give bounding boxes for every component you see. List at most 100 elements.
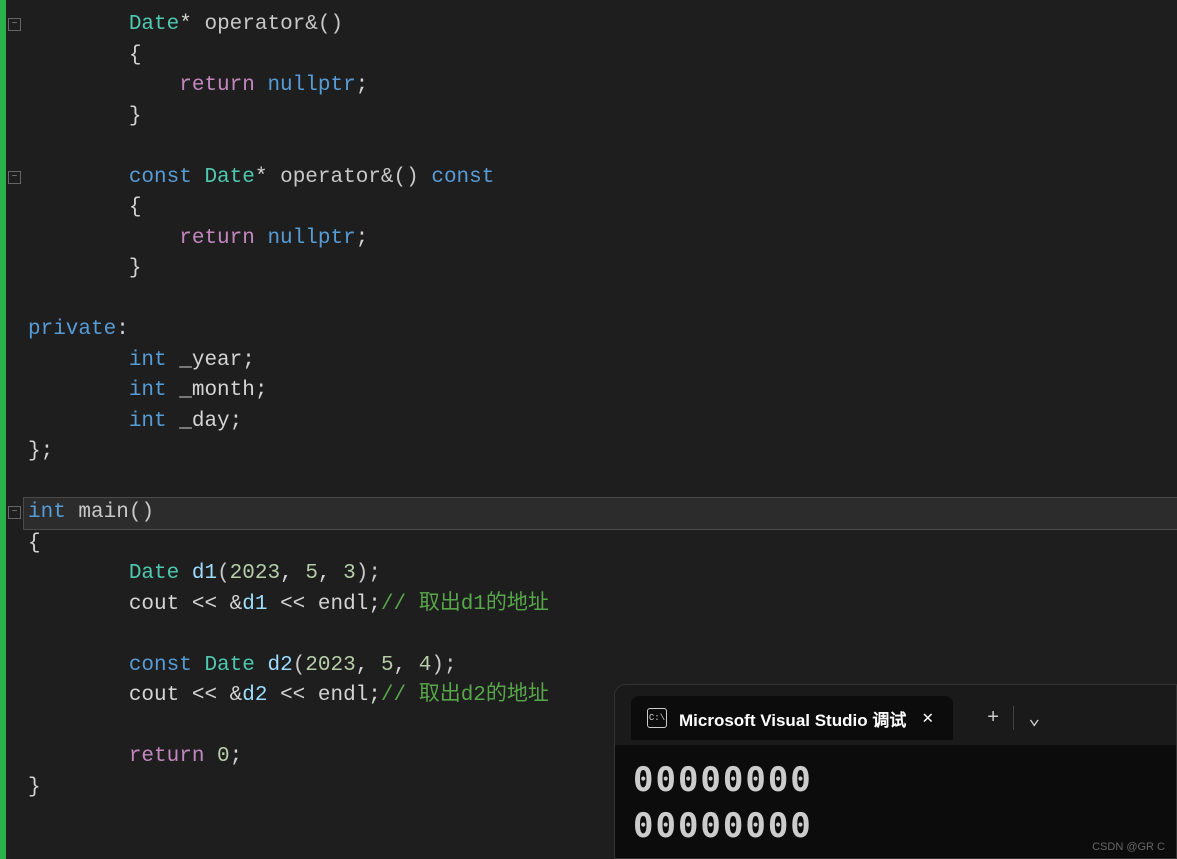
code-line[interactable] xyxy=(24,132,1177,163)
code-token: return xyxy=(179,227,267,250)
code-line[interactable]: int _year; xyxy=(24,346,1177,377)
code-line[interactable]: cout << &d1 << endl;// 取出d1的地址 xyxy=(24,590,1177,621)
code-token: 4 xyxy=(419,654,432,677)
code-token: } xyxy=(129,257,142,280)
code-line[interactable]: } xyxy=(24,254,1177,285)
code-line[interactable]: return nullptr; xyxy=(24,224,1177,255)
code-token: ); xyxy=(356,562,381,585)
code-token: private xyxy=(28,318,116,341)
code-token: Date xyxy=(204,654,267,677)
console-titlebar[interactable]: C:\ Microsoft Visual Studio 调试 ✕ + ⌄ xyxy=(615,685,1176,745)
code-token: ( xyxy=(217,562,230,585)
code-line[interactable] xyxy=(24,285,1177,316)
console-actions: + ⌄ xyxy=(973,697,1054,739)
code-line[interactable]: { xyxy=(24,529,1177,560)
code-line[interactable]: } xyxy=(24,102,1177,133)
code-token: 3 xyxy=(343,562,356,585)
tab-dropdown-button[interactable]: ⌄ xyxy=(1014,697,1054,739)
code-token: _month; xyxy=(179,379,267,402)
code-token: int xyxy=(129,379,179,402)
code-token: { xyxy=(28,532,41,555)
code-line[interactable] xyxy=(24,468,1177,499)
new-tab-button[interactable]: + xyxy=(973,699,1013,738)
code-line[interactable]: int _month; xyxy=(24,376,1177,407)
code-token: ; xyxy=(230,745,243,768)
code-token: main xyxy=(78,501,128,524)
code-token: , xyxy=(280,562,305,585)
code-token: { xyxy=(129,196,142,219)
code-token: _year; xyxy=(179,349,255,372)
code-token: 5 xyxy=(305,562,318,585)
code-line[interactable]: Date d1(2023, 5, 3); xyxy=(24,559,1177,590)
fold-toggle-icon[interactable]: − xyxy=(8,506,21,519)
close-tab-button[interactable]: ✕ xyxy=(918,703,937,733)
code-token: d2 xyxy=(267,654,292,677)
code-token: &() xyxy=(381,166,431,189)
code-token: int xyxy=(28,501,78,524)
code-token: nullptr xyxy=(267,227,355,250)
code-line[interactable]: return nullptr; xyxy=(24,71,1177,102)
code-line[interactable]: int main() xyxy=(24,498,1177,529)
code-line[interactable]: private: xyxy=(24,315,1177,346)
code-token: }; xyxy=(28,440,53,463)
code-token: 2023 xyxy=(230,562,280,585)
code-line[interactable]: { xyxy=(24,41,1177,72)
code-token: // 取出d2的地址 xyxy=(381,684,549,707)
console-output-line: 00000000 xyxy=(633,803,1158,849)
code-token: operator xyxy=(204,13,305,36)
code-token: , xyxy=(356,654,381,677)
code-line[interactable]: Date* operator&() xyxy=(24,10,1177,41)
code-token: , xyxy=(394,654,419,677)
fold-toggle-icon[interactable]: − xyxy=(8,171,21,184)
code-token: : xyxy=(116,318,129,341)
code-token: d1 xyxy=(192,562,217,585)
code-token: nullptr xyxy=(267,74,355,97)
code-token: * xyxy=(255,166,280,189)
console-output-line: 00000000 xyxy=(633,757,1158,803)
code-token: d2 xyxy=(242,684,267,707)
code-token: ; xyxy=(356,74,369,97)
console-icon: C:\ xyxy=(647,708,667,728)
code-token: 0 xyxy=(217,745,230,768)
code-line[interactable] xyxy=(24,620,1177,651)
code-token: // 取出d1的地址 xyxy=(381,593,549,616)
watermark: CSDN @GR C xyxy=(1092,841,1165,853)
code-token: , xyxy=(318,562,343,585)
code-token: } xyxy=(129,105,142,128)
code-token: d1 xyxy=(242,593,267,616)
code-token: return xyxy=(129,745,217,768)
code-token: * xyxy=(179,13,204,36)
code-token: 2023 xyxy=(305,654,355,677)
code-token: ; xyxy=(356,227,369,250)
code-token: cout << & xyxy=(129,684,242,707)
code-token: _day; xyxy=(179,410,242,433)
fold-toggle-icon[interactable]: − xyxy=(8,18,21,31)
code-token: const xyxy=(129,166,205,189)
code-token: Date xyxy=(129,13,179,36)
code-token: } xyxy=(28,776,41,799)
code-token: &() xyxy=(305,13,343,36)
code-token: Date xyxy=(129,562,192,585)
code-line[interactable]: }; xyxy=(24,437,1177,468)
code-token: cout << & xyxy=(129,593,242,616)
fold-gutter[interactable]: − − − xyxy=(6,0,24,859)
code-line[interactable]: int _day; xyxy=(24,407,1177,438)
code-line[interactable]: const Date d2(2023, 5, 4); xyxy=(24,651,1177,682)
console-title: Microsoft Visual Studio 调试 xyxy=(679,706,906,731)
console-tab[interactable]: C:\ Microsoft Visual Studio 调试 ✕ xyxy=(631,696,953,740)
code-token: operator xyxy=(280,166,381,189)
code-token: 5 xyxy=(381,654,394,677)
code-token: int xyxy=(129,349,179,372)
code-token: << endl; xyxy=(267,593,380,616)
code-token: { xyxy=(129,44,142,67)
code-token: ); xyxy=(431,654,456,677)
code-token: const xyxy=(431,166,494,189)
code-line[interactable]: const Date* operator&() const xyxy=(24,163,1177,194)
code-token: Date xyxy=(204,166,254,189)
code-token: const xyxy=(129,654,205,677)
code-line[interactable]: { xyxy=(24,193,1177,224)
code-token: int xyxy=(129,410,179,433)
code-token: () xyxy=(129,501,154,524)
code-token: return xyxy=(179,74,267,97)
code-token: ( xyxy=(293,654,306,677)
